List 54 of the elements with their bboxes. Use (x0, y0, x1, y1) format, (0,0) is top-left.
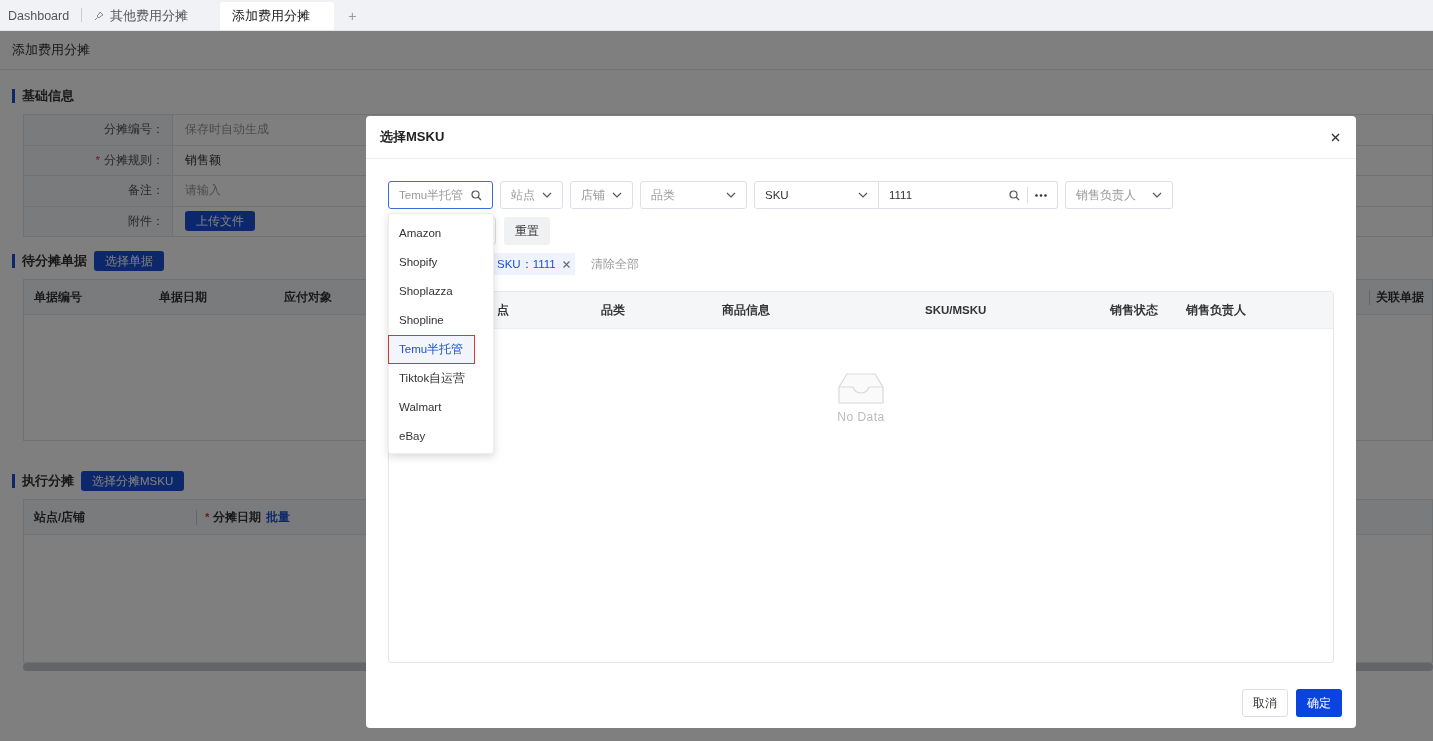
column-header: 商品信息 (722, 302, 771, 318)
empty-text: No Data (837, 410, 885, 424)
filter-tag: SKU：1111 (492, 253, 575, 275)
select-msku-button[interactable]: 选择分摊MSKU (81, 471, 185, 491)
dropdown-option[interactable]: Shopline (389, 306, 493, 335)
dropdown-option[interactable]: Temu半托管 (388, 335, 475, 364)
column-header: SKU/MSKU (925, 304, 988, 316)
select-documents-button[interactable]: 选择单据 (94, 251, 164, 271)
column-header: 销售负责人 (1186, 302, 1247, 318)
required-mark: * (95, 153, 100, 166)
column-header: 单据编号 (34, 289, 83, 305)
chevron-down-icon (858, 192, 868, 198)
field-label: 分摊规则： (104, 153, 164, 166)
column-header: 点 (497, 302, 510, 318)
section-heading: 基础信息 (22, 87, 74, 105)
column-header: 单据日期 (159, 289, 208, 305)
field-label: 分摊编号： (104, 123, 164, 135)
required-mark: * (205, 511, 210, 523)
column-header: 品类 (601, 302, 626, 318)
chevron-down-icon (542, 192, 552, 198)
section-heading: 执行分摊 (22, 472, 74, 490)
reset-button[interactable]: 重置 (504, 217, 550, 245)
empty-box-icon (836, 371, 886, 405)
pin-icon (94, 11, 105, 21)
chevron-down-icon (612, 192, 622, 198)
dropdown-option[interactable]: Tiktok自运营 (389, 364, 493, 393)
confirm-button[interactable]: 确定 (1296, 689, 1342, 717)
section-heading: 待分摊单据 (22, 252, 87, 270)
cancel-button[interactable]: 取消 (1242, 689, 1288, 717)
dialog-title: 选择MSKU (380, 128, 445, 146)
close-icon[interactable] (1331, 132, 1340, 142)
field-select[interactable]: SKU (754, 181, 879, 209)
column-header: 站点/店铺 (34, 509, 86, 525)
page-title: 添加费用分摊 (0, 31, 1433, 70)
search-icon[interactable] (1009, 189, 1020, 201)
column-header: 分摊日期 (213, 509, 262, 525)
dropdown-option[interactable]: Shopify (389, 248, 493, 277)
search-icon (471, 189, 482, 201)
column-header: 销售状态 (1110, 302, 1159, 318)
dropdown-option[interactable]: eBay (389, 422, 493, 451)
chevron-down-icon (726, 192, 736, 198)
field-label: 附件： (128, 214, 164, 227)
field-label: 备注： (128, 184, 164, 196)
dropdown-option[interactable]: Amazon (389, 219, 493, 248)
dropdown-option[interactable]: Walmart (389, 393, 493, 422)
chevron-down-icon (1152, 192, 1162, 198)
page-tab[interactable]: 其他费用分摊 (86, 2, 197, 30)
column-header: 关联单据 (1369, 289, 1424, 305)
more-icon[interactable] (1035, 193, 1047, 197)
dropdown-option[interactable]: Shoplazza (389, 277, 493, 306)
upload-button[interactable]: 上传文件 (185, 211, 255, 232)
sku-field[interactable]: 1111 (879, 181, 1058, 209)
page-tab[interactable]: Dashboard (0, 2, 78, 30)
page-tab[interactable]: 添加费用分摊 (220, 2, 335, 30)
